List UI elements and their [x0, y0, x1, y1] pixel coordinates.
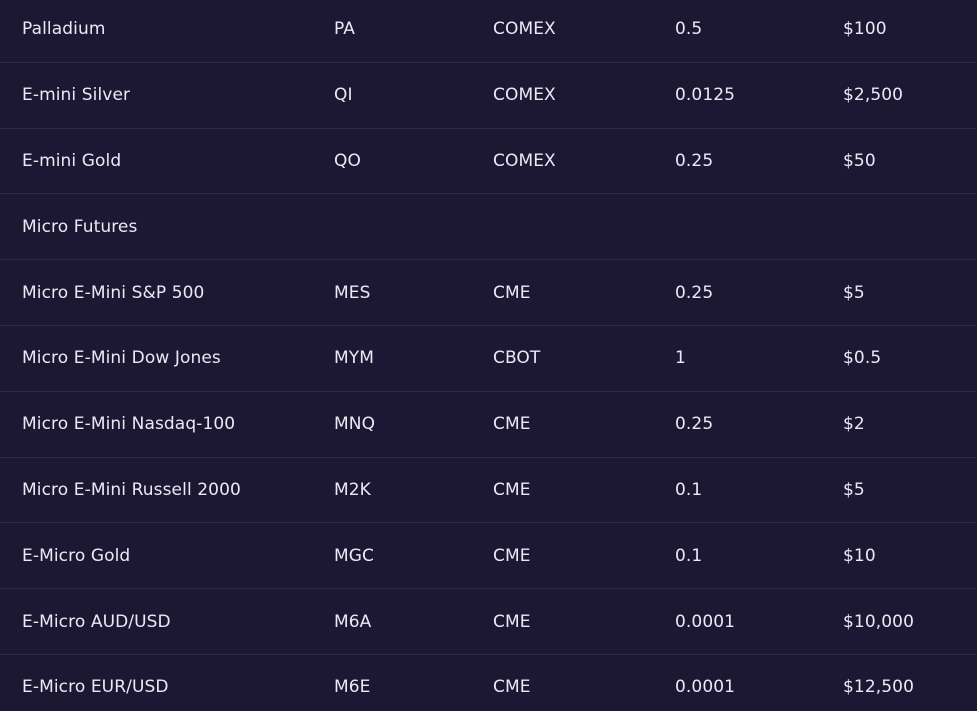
table-row: E-Micro Gold MGC CME 0.1 $10: [0, 523, 977, 590]
table-row: E-Micro EUR/USD M6E CME 0.0001 $12,500: [0, 655, 977, 711]
contract-symbol: M2K: [334, 479, 371, 500]
contract-symbol: PA: [334, 19, 355, 40]
contract-tick-value: $12,500: [843, 677, 914, 698]
contract-tick-size: 0.0001: [675, 611, 736, 632]
contract-tick-value: $5: [843, 282, 865, 303]
contract-tick-size: 0.1: [675, 545, 703, 566]
contract-tick-value: $2,500: [843, 85, 904, 106]
contract-tick-size: 0.0001: [675, 677, 736, 698]
contract-symbol: MES: [334, 282, 371, 303]
contract-tick-value: $100: [843, 19, 887, 40]
contract-exchange: CME: [493, 677, 531, 698]
contract-tick-value: $0.5: [843, 348, 882, 369]
table-section-row: Micro Futures: [0, 194, 977, 261]
contract-tick-size: 0.25: [675, 150, 714, 171]
contract-symbol: M6A: [334, 611, 372, 632]
contract-tick-value: $5: [843, 479, 865, 500]
contract-exchange: CME: [493, 479, 531, 500]
contract-tick-value: $10,000: [843, 611, 914, 632]
section-heading: Micro Futures: [22, 216, 138, 237]
table-row: E-Micro AUD/USD M6A CME 0.0001 $10,000: [0, 589, 977, 655]
contract-exchange: CME: [493, 414, 531, 435]
table-row: E-mini Silver QI COMEX 0.0125 $2,500: [0, 63, 977, 129]
contract-tick-size: 0.1: [675, 479, 703, 500]
contract-exchange: CBOT: [493, 348, 541, 369]
contract-name: Palladium: [22, 19, 106, 40]
contract-tick-size: 1: [675, 348, 686, 369]
contract-symbol: MYM: [334, 348, 375, 369]
contract-name: Micro E-Mini Dow Jones: [22, 348, 221, 369]
contract-name: Micro E-Mini Nasdaq-100: [22, 414, 236, 435]
contract-name: E-Micro EUR/USD: [22, 677, 169, 698]
contract-name: E-Micro AUD/USD: [22, 611, 171, 632]
contract-exchange: CME: [493, 282, 531, 303]
contract-exchange: COMEX: [493, 19, 556, 40]
contract-name: E-mini Silver: [22, 85, 131, 106]
contract-tick-value: $50: [843, 150, 876, 171]
table-row: E-mini Gold QO COMEX 0.25 $50: [0, 129, 977, 195]
contract-symbol: MNQ: [334, 414, 376, 435]
table-row: Micro E-Mini Russell 2000 M2K CME 0.1 $5: [0, 458, 977, 524]
contract-symbol: QI: [334, 85, 353, 106]
contract-tick-value: $2: [843, 414, 865, 435]
contract-tick-size: 0.25: [675, 282, 714, 303]
contract-tick-size: 0.0125: [675, 85, 736, 106]
contract-exchange: COMEX: [493, 85, 556, 106]
contract-tick-size: 0.5: [675, 19, 703, 40]
contract-symbol: M6E: [334, 677, 371, 698]
contract-name: E-Micro Gold: [22, 545, 131, 566]
contract-name: E-mini Gold: [22, 150, 122, 171]
table-row: Palladium PA COMEX 0.5 $100: [0, 0, 977, 63]
table-row: Micro E-Mini Dow Jones MYM CBOT 1 $0.5: [0, 326, 977, 392]
contract-exchange: COMEX: [493, 150, 556, 171]
futures-table: Palladium PA COMEX 0.5 $100 E-mini Silve…: [0, 0, 977, 711]
contract-symbol: QO: [334, 150, 361, 171]
table-row: Micro E-Mini Nasdaq-100 MNQ CME 0.25 $2: [0, 392, 977, 458]
contract-tick-size: 0.25: [675, 414, 714, 435]
contract-exchange: CME: [493, 611, 531, 632]
contract-exchange: CME: [493, 545, 531, 566]
contract-symbol: MGC: [334, 545, 375, 566]
contract-tick-value: $10: [843, 545, 876, 566]
contract-name: Micro E-Mini Russell 2000: [22, 479, 241, 500]
table-row: Micro E-Mini S&P 500 MES CME 0.25 $5: [0, 260, 977, 326]
contract-name: Micro E-Mini S&P 500: [22, 282, 205, 303]
